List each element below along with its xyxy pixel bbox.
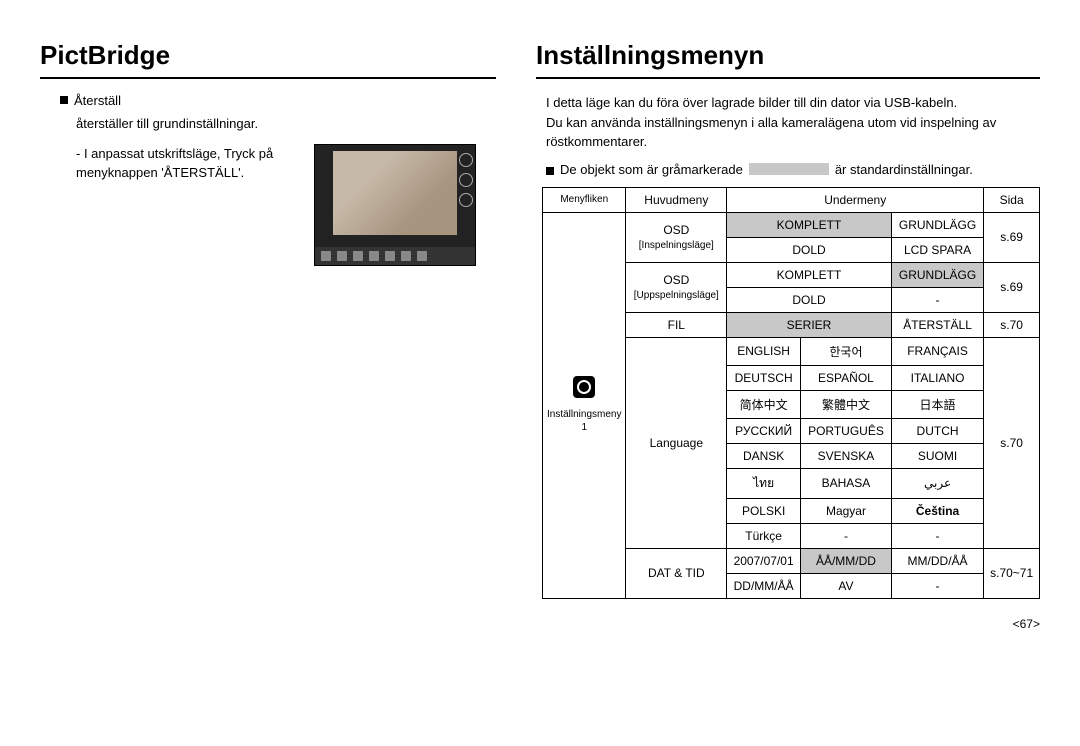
square-bullet-icon (60, 96, 68, 104)
tab-label-a: Inställningsmeny (547, 409, 621, 420)
cell: Türkçe (727, 523, 801, 548)
preview-bottom-icons (315, 247, 475, 265)
language-label: Language (626, 337, 727, 548)
page-cell: s.70 (984, 337, 1040, 548)
cell: 日本語 (891, 390, 983, 418)
th-tab: Menyfliken (543, 187, 626, 212)
gear-icon (573, 376, 595, 398)
legend-row: De objekt som är gråmarkerade är standar… (546, 162, 1040, 177)
cell: - (801, 523, 892, 548)
cell: GRUNDLÄGG (891, 212, 983, 237)
cell: Magyar (801, 498, 892, 523)
cell: ENGLISH (727, 337, 801, 365)
preview-photo (333, 151, 457, 235)
cell: SUOMI (891, 443, 983, 468)
page-number: <67> (0, 617, 1080, 631)
cell: DANSK (727, 443, 801, 468)
reset-heading: Återställ (60, 93, 496, 108)
cell: ÅTERSTÄLL (891, 312, 983, 337)
reset-instruction: - I anpassat utskriftsläge, Tryck på men… (76, 144, 314, 183)
cell: POLSKI (727, 498, 801, 523)
cell: SVENSKA (801, 443, 892, 468)
right-column: Inställningsmenyn I detta läge kan du fö… (536, 40, 1040, 599)
cell: DUTCH (891, 418, 983, 443)
cell: DOLD (727, 237, 892, 262)
intro-line-2: Du kan använda inställningsmenyn i alla … (546, 113, 1040, 152)
cell: 简体中文 (727, 390, 801, 418)
th-main: Huvudmeny (626, 187, 727, 212)
tab-label-b: 1 (581, 422, 587, 433)
preview-side-icons (459, 153, 473, 207)
cell: LCD SPARA (891, 237, 983, 262)
page-cell: s.70 (984, 312, 1040, 337)
reset-description: återställer till grundinställningar. (76, 114, 496, 134)
cell: - (891, 523, 983, 548)
cell: ไทย (727, 468, 801, 498)
osd-rec-label: OSD [Inspelningsläge] (626, 212, 727, 262)
fil-label: FIL (626, 312, 727, 337)
cell: AV (801, 573, 892, 598)
th-page: Sida (984, 187, 1040, 212)
reset-label: Återställ (74, 93, 121, 108)
cell: KOMPLETT (727, 262, 892, 287)
left-column: PictBridge Återställ återställer till gr… (40, 40, 496, 599)
square-bullet-icon (546, 167, 554, 175)
intro-paragraph: I detta läge kan du föra över lagrade bi… (546, 93, 1040, 152)
cell: - (891, 573, 983, 598)
page-cell: s.69 (984, 262, 1040, 312)
cell: عربي (891, 468, 983, 498)
legend-swatch (749, 163, 829, 175)
cell: BAHASA (801, 468, 892, 498)
page-cell: s.70~71 (984, 548, 1040, 598)
legend-prefix: De objekt som är gråmarkerade (560, 162, 743, 177)
cell: - (891, 287, 983, 312)
cell: DOLD (727, 287, 892, 312)
legend-suffix: är standardinställningar. (835, 162, 973, 177)
intro-line-1: I detta läge kan du föra över lagrade bi… (546, 93, 1040, 113)
cell: 한국어 (801, 337, 892, 365)
cell: 2007/07/01 (727, 548, 801, 573)
camera-lcd-preview (314, 144, 476, 266)
cell: KOMPLETT (727, 212, 892, 237)
cell: MM/DD/ÅÅ (891, 548, 983, 573)
osd-play-label: OSD [Uppspelningsläge] (626, 262, 727, 312)
page-cell: s.69 (984, 212, 1040, 262)
cell: ESPAÑOL (801, 365, 892, 390)
cell: GRUNDLÄGG (891, 262, 983, 287)
cell: PORTUGUÊS (801, 418, 892, 443)
cell: SERIER (727, 312, 892, 337)
table-header-row: Menyfliken Huvudmeny Undermeny Sida (543, 187, 1040, 212)
cell: 繁體中文 (801, 390, 892, 418)
cell: РУССКИЙ (727, 418, 801, 443)
cell: ITALIANO (891, 365, 983, 390)
table-row: Inställningsmeny 1 OSD [Inspelningsläge]… (543, 212, 1040, 237)
settings-table: Menyfliken Huvudmeny Undermeny Sida Inst… (542, 187, 1040, 599)
pictbridge-heading: PictBridge (40, 40, 496, 79)
settings-heading: Inställningsmenyn (536, 40, 1040, 79)
th-sub: Undermeny (727, 187, 984, 212)
date-label: DAT & TID (626, 548, 727, 598)
cell: FRANÇAIS (891, 337, 983, 365)
cell: Čeština (891, 498, 983, 523)
cell: DD/MM/ÅÅ (727, 573, 801, 598)
cell: ÅÅ/MM/DD (801, 548, 892, 573)
cell: DEUTSCH (727, 365, 801, 390)
tab-cell: Inställningsmeny 1 (543, 212, 626, 598)
